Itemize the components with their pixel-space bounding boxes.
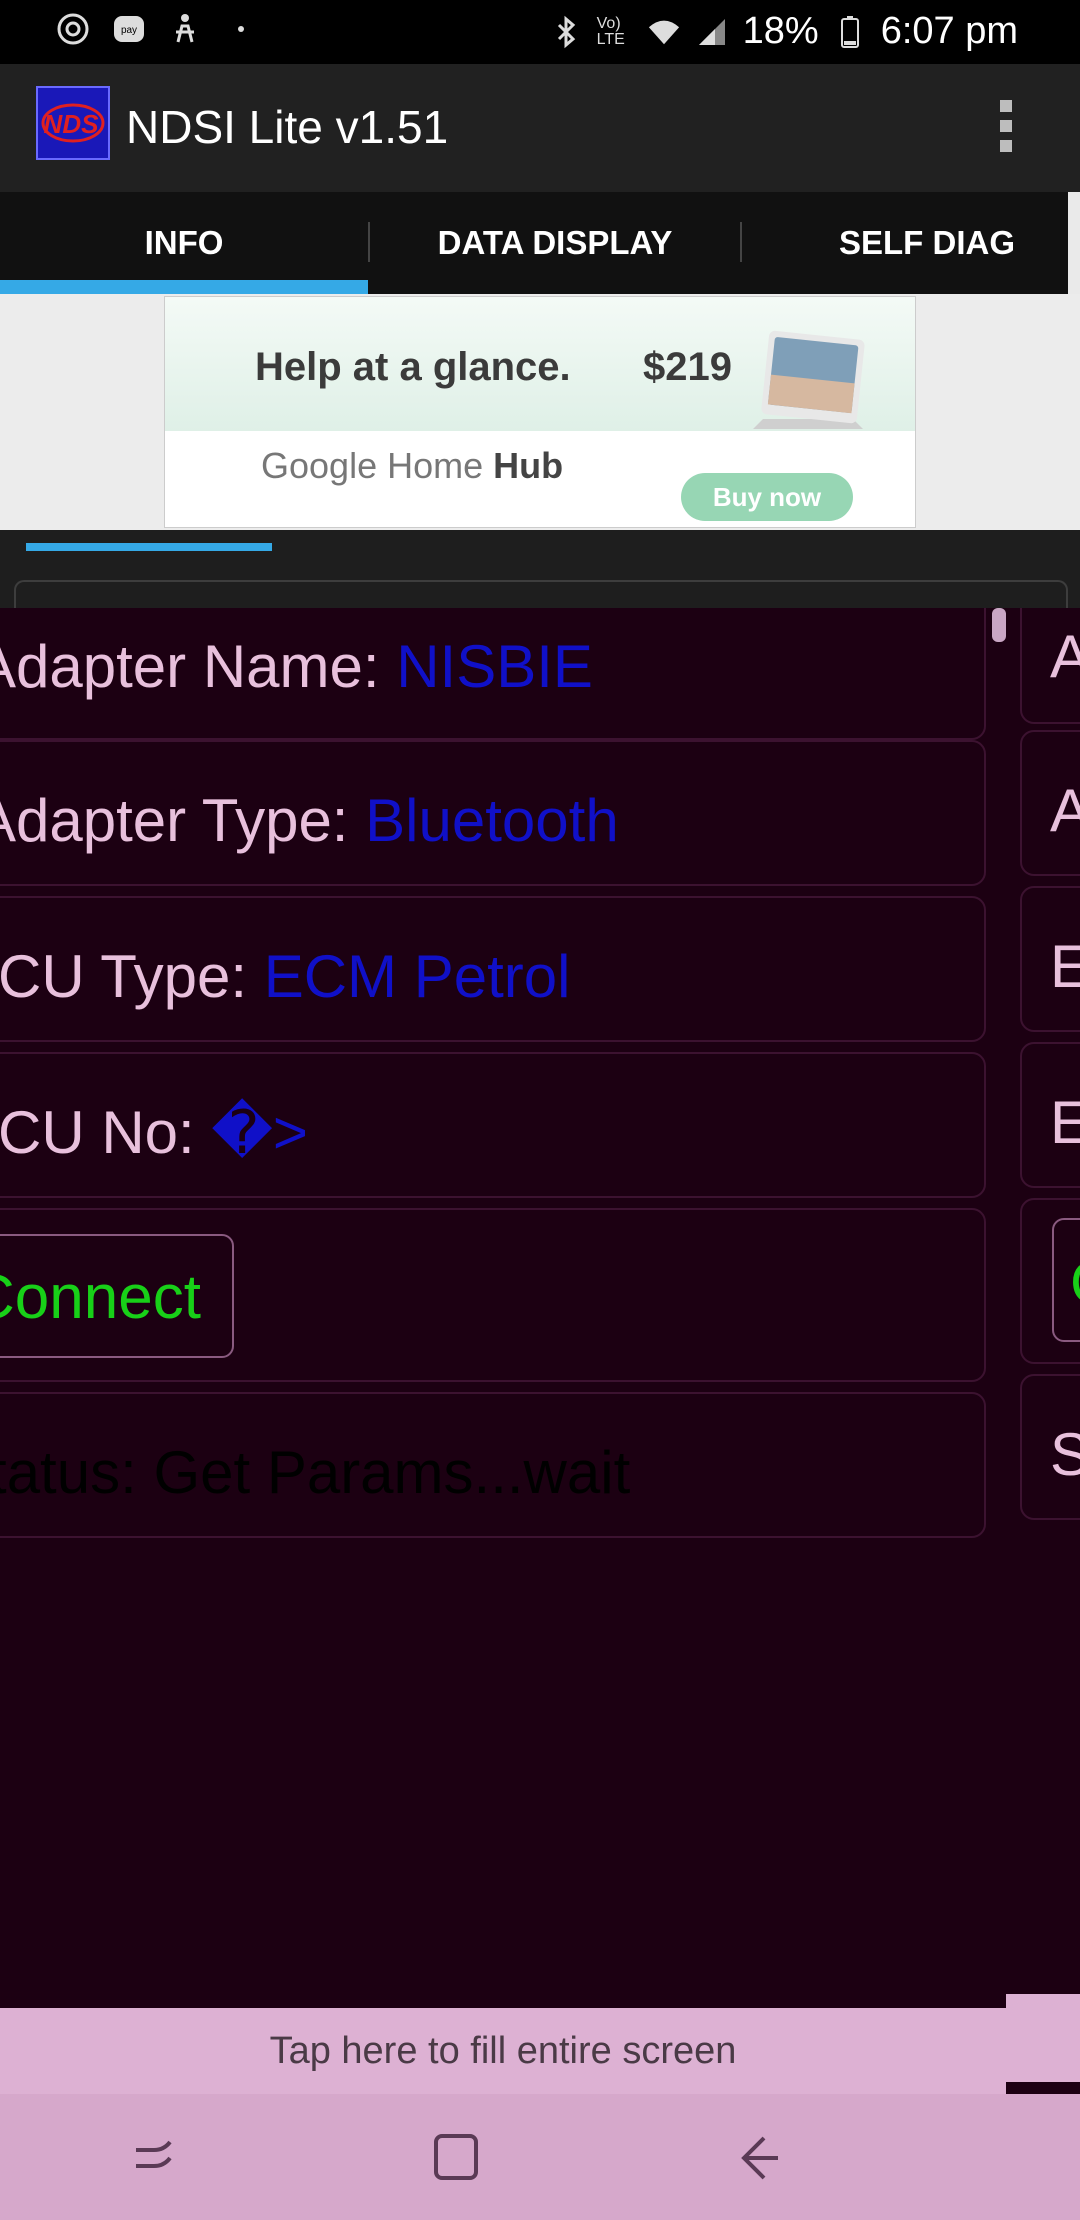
fill-screen-button[interactable]: Tap here to fill entire screen (0, 2008, 1006, 2094)
ad-banner[interactable]: Help at a glance. $219 Google Home Hub B… (164, 296, 916, 528)
app-title: NDSI Lite v1.51 (126, 101, 449, 153)
sync-icon (56, 12, 90, 46)
tab-scroll-edge (1068, 192, 1080, 294)
ad-headline: Help at a glance. (255, 345, 571, 389)
volte-icon: Vo) LTE (596, 14, 625, 48)
ad-brand-google: Google Home (261, 445, 484, 486)
app-logo-text: NDS (44, 109, 100, 139)
ad-brand: Google Home Hub (261, 445, 563, 487)
recent-apps-icon[interactable] (124, 2130, 184, 2186)
right-panel-letter: A (1050, 777, 1080, 844)
status-text: Status: Get Params...wait (0, 1439, 631, 1506)
info-panel: Adapter Name: NISBIE Adapter Type: Bluet… (0, 608, 1080, 2008)
home-icon[interactable] (426, 2130, 486, 2186)
loading-strip (0, 530, 1080, 622)
wifi-icon (647, 15, 681, 49)
ecu-no-row: ECU No: �> (0, 1098, 308, 1168)
ecu-no-value: �> (211, 1099, 308, 1166)
scrollbar-thumb[interactable] (992, 608, 1006, 642)
right-panel-letter: E (1050, 1089, 1080, 1156)
status-left-icons: pay (56, 12, 258, 46)
adapter-name-row: Adapter Name: NISBIE (0, 632, 593, 701)
app-logo: NDS (36, 86, 110, 160)
tab-data-display[interactable]: DATA DISPLAY (370, 192, 740, 294)
signal-icon (695, 15, 729, 49)
ecu-type-value: ECM Petrol (263, 943, 571, 1010)
tab-info[interactable]: INFO (0, 192, 368, 294)
adapter-type-value: Bluetooth (365, 787, 619, 854)
tab-indicator (0, 280, 368, 294)
right-panel-letter: A (1050, 623, 1080, 690)
navigation-bar (0, 2094, 1080, 2220)
status-bar: pay Vo) LTE 18% 6:07 pm (0, 0, 1080, 64)
tab-bar: INFO DATA DISPLAY SELF DIAG (0, 192, 1068, 294)
clock: 6:07 pm (880, 10, 1018, 52)
app-bar: NDS NDSI Lite v1.51 (0, 64, 1080, 192)
ecu-no-label: ECU No: (0, 1099, 195, 1166)
progress-bar (26, 543, 272, 551)
adapter-type-row: Adapter Type: Bluetooth (0, 786, 619, 855)
ecu-type-label: ECU Type: (0, 943, 248, 1010)
adapter-name-value: NISBIE (396, 633, 593, 700)
battery-percent: 18% (742, 10, 819, 52)
fill-screen-corner (1006, 1994, 1080, 2082)
right-panel-letter: C (1070, 1248, 1080, 1317)
adapter-type-label: Adapter Type: (0, 787, 349, 854)
tab-self-diag[interactable]: SELF DIAG (742, 192, 1080, 294)
ad-price: $219 (643, 345, 732, 389)
more-vert-icon[interactable] (990, 94, 1022, 158)
back-icon[interactable] (730, 2130, 790, 2186)
accessibility-icon (168, 12, 202, 46)
connect-button-label: Connect (0, 1263, 201, 1332)
bluetooth-icon (549, 15, 583, 49)
status-right-icons: Vo) LTE 18% 6:07 pm (549, 10, 1018, 53)
buy-now-button[interactable]: Buy now (681, 473, 853, 521)
right-panel-letter: E (1050, 933, 1080, 1000)
svg-text:pay: pay (121, 25, 137, 36)
right-panel-letter: S (1050, 1421, 1080, 1488)
home-hub-device-image (743, 329, 873, 439)
ad-brand-product: Hub (493, 445, 564, 486)
ecu-type-row: ECU Type: ECM Petrol (0, 942, 570, 1011)
pay-icon: pay (112, 12, 146, 46)
adapter-name-label: Adapter Name: (0, 633, 380, 700)
dot-icon (224, 12, 258, 46)
battery-icon (833, 15, 867, 49)
